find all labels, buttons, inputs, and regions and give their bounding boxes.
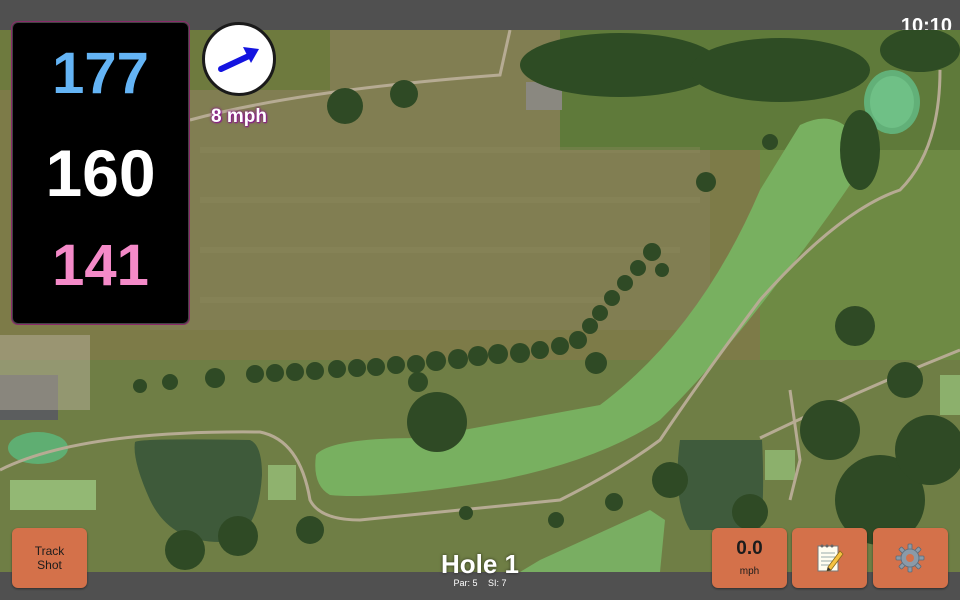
track-shot-label-line1: Track — [34, 544, 65, 558]
arrow-icon — [218, 47, 259, 72]
hole-par: Par: 5 — [453, 578, 478, 588]
settings-button[interactable] — [873, 528, 948, 588]
front-distance: 141 — [52, 233, 149, 298]
center-distance: 160 — [45, 136, 156, 210]
track-shot-label-line2: Shot — [37, 558, 62, 572]
speed-value: 0.0 — [736, 538, 763, 559]
hole-stroke-index: SI: 7 — [488, 578, 507, 588]
distance-panel[interactable]: 177 160 141 — [12, 22, 189, 324]
track-shot-button[interactable]: Track Shot — [12, 528, 87, 588]
speed-button[interactable]: 0.0 mph — [712, 528, 787, 588]
gear-icon — [895, 543, 925, 573]
speed-unit: mph — [739, 566, 760, 577]
wind-direction-dial — [202, 22, 276, 96]
wind-speed: 8 mph — [211, 106, 267, 127]
notepad-icon — [817, 544, 844, 572]
notes-button[interactable] — [792, 528, 867, 588]
back-distance: 177 — [52, 41, 149, 106]
hole-info: Par: 5 SI: 7 — [380, 578, 580, 588]
hole-title: Hole 1 — [440, 549, 520, 579]
